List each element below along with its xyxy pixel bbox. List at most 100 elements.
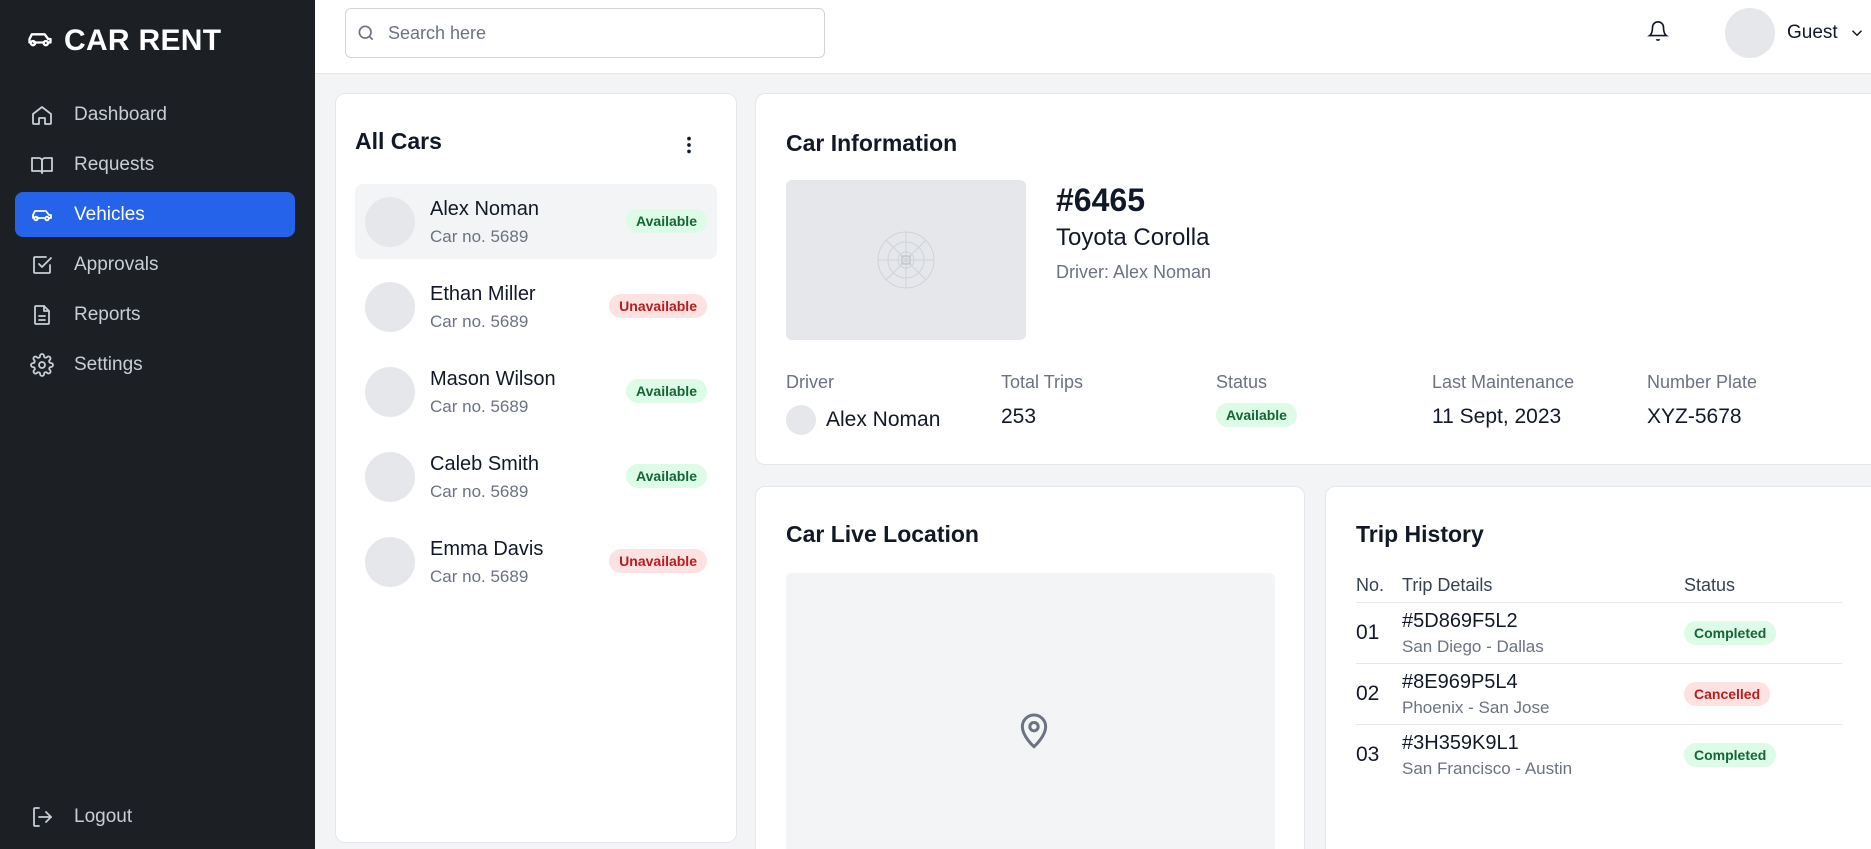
trip-number: 02: [1356, 663, 1402, 725]
map-pin-icon: [1020, 713, 1048, 749]
car-list: Alex Noman Car no. 5689 Available Ethan …: [355, 184, 717, 609]
trip-history-title: Trip History: [1356, 521, 1484, 547]
more-options-button[interactable]: [678, 134, 702, 158]
all-cars-panel: All Cars Alex Noman Car no. 5689 Availab…: [335, 93, 737, 843]
trip-route: San Diego - Dallas: [1402, 636, 1544, 656]
avatar: [365, 452, 415, 502]
chevron-down-icon: [1851, 30, 1862, 37]
status-badge: Available: [626, 464, 707, 488]
sidebar-item-dashboard[interactable]: Dashboard: [15, 92, 295, 137]
car-list-item[interactable]: Mason Wilson Car no. 5689 Available: [355, 354, 717, 429]
status-badge: Available: [626, 209, 707, 233]
sidebar-item-label: Vehicles: [74, 203, 145, 225]
info-last-maintenance: Last Maintenance 11 Sept, 2023: [1432, 372, 1574, 429]
info-driver: Driver Alex Noman: [786, 372, 940, 435]
car-icon: [32, 209, 52, 221]
car-number: Car no. 5689: [430, 227, 529, 246]
sidebar-item-reports[interactable]: Reports: [15, 292, 295, 337]
status-badge: Available: [1216, 403, 1297, 427]
driver-name: Emma Davis: [430, 538, 544, 560]
car-icon: [26, 25, 54, 58]
car-list-item[interactable]: Emma Davis Car no. 5689 Unavailable: [355, 524, 717, 599]
car-live-location-panel: Car Live Location: [755, 486, 1305, 849]
search-icon: [358, 25, 374, 41]
sidebar-item-requests[interactable]: Requests: [15, 142, 295, 187]
table-row[interactable]: 02 #8E969P5L4 Phoenix - San Jose Cancell…: [1356, 663, 1842, 725]
table-row[interactable]: 03 #3H359K9L1 San Francisco - Austin Com…: [1356, 725, 1842, 786]
car-number: Car no. 5689: [430, 397, 529, 416]
car-list-item[interactable]: Caleb Smith Car no. 5689 Available: [355, 439, 717, 514]
book-icon: [31, 156, 53, 174]
car-id: #6465: [1056, 182, 1145, 218]
column-header: Status: [1684, 575, 1842, 603]
car-number: Car no. 5689: [430, 567, 529, 586]
trip-route: Phoenix - San Jose: [1402, 697, 1550, 717]
user-menu[interactable]: Guest: [1725, 8, 1866, 58]
car-image: [786, 180, 1026, 340]
trip-details: #3H359K9L1 San Francisco - Austin: [1402, 725, 1684, 786]
logout-button[interactable]: Logout: [30, 805, 132, 829]
sidebar-item-settings[interactable]: Settings: [15, 342, 295, 387]
car-list-item[interactable]: Ethan Miller Car no. 5689 Unavailable: [355, 269, 717, 344]
trip-history-panel: Trip History No. Trip Details Status 01 …: [1325, 486, 1871, 849]
driver-name: Ethan Miller: [430, 283, 536, 305]
info-label: Number Plate: [1647, 372, 1758, 392]
car-number: Car no. 5689: [430, 482, 529, 501]
info-value: Alex Noman: [786, 405, 940, 435]
sidebar-item-vehicles[interactable]: Vehicles: [15, 192, 295, 237]
avatar: [365, 282, 415, 332]
info-status: Status Available: [1216, 372, 1297, 427]
car-information-title: Car Information: [786, 130, 958, 156]
info-label: Last Maintenance: [1432, 372, 1575, 392]
avatar: [365, 367, 415, 417]
trip-status: Completed: [1684, 602, 1842, 664]
column-header: No.: [1356, 575, 1402, 603]
car-model: Toyota Corolla: [1056, 224, 1210, 251]
document-icon: [34, 304, 50, 325]
driver-name: Mason Wilson: [430, 368, 556, 390]
gear-icon: [30, 352, 54, 377]
status-badge: Completed: [1684, 621, 1777, 645]
status-badge: Unavailable: [609, 294, 707, 318]
info-value: 253: [1001, 405, 1037, 428]
trip-status: Completed: [1684, 725, 1842, 786]
info-number-plate: Number Plate XYZ-5678: [1647, 372, 1757, 429]
user-name: Guest: [1787, 22, 1838, 43]
topbar: Guest: [315, 0, 1871, 74]
info-value: XYZ-5678: [1647, 405, 1742, 428]
check-square-icon: [33, 255, 52, 274]
kebab-icon: [687, 136, 691, 154]
driver-name: Caleb Smith: [430, 453, 539, 475]
sidebar-item-label: Reports: [74, 303, 141, 325]
sidebar-nav: Dashboard Requests Vehicles Approvals Re…: [15, 92, 295, 392]
trip-status: Cancelled: [1684, 663, 1842, 725]
car-number: Car no. 5689: [430, 312, 529, 331]
map[interactable]: [786, 573, 1275, 849]
trip-id: #3H359K9L1: [1402, 731, 1519, 754]
sidebar-item-label: Settings: [74, 353, 143, 375]
driver-name: Alex Noman: [826, 408, 941, 431]
driver-name: Alex Noman: [430, 198, 539, 220]
column-header: Trip Details: [1402, 575, 1684, 603]
status-badge: Available: [626, 379, 707, 403]
sidebar-item-label: Approvals: [74, 253, 159, 275]
table-header-row: No. Trip Details Status: [1356, 575, 1842, 603]
status-badge: Cancelled: [1684, 682, 1771, 706]
brand[interactable]: CAR RENT: [26, 24, 221, 58]
trip-number: 01: [1356, 602, 1402, 664]
notifications-button[interactable]: [1647, 20, 1671, 44]
home-icon: [32, 105, 52, 125]
car-list-item[interactable]: Alex Noman Car no. 5689 Available: [355, 184, 717, 259]
status-badge: Unavailable: [609, 549, 707, 573]
search-input[interactable]: [388, 22, 808, 44]
avatar: [365, 537, 415, 587]
table-row[interactable]: 01 #5D869F5L2 San Diego - Dallas Complet…: [1356, 602, 1842, 664]
sidebar-item-label: Dashboard: [74, 103, 167, 125]
trip-id: #8E969P5L4: [1402, 670, 1518, 693]
sidebar-item-approvals[interactable]: Approvals: [15, 242, 295, 287]
info-label: Total Trips: [1001, 372, 1084, 392]
live-location-title: Car Live Location: [786, 521, 979, 547]
trip-details: #8E969P5L4 Phoenix - San Jose: [1402, 663, 1684, 725]
info-label: Driver: [786, 372, 834, 392]
all-cars-title: All Cars: [355, 128, 442, 154]
